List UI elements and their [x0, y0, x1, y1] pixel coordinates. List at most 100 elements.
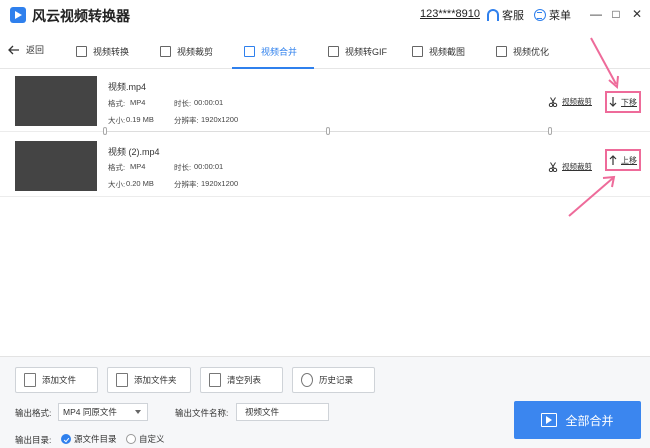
customer-service-label: 客服: [502, 10, 524, 22]
file-name: 视频 (2).mp4: [108, 147, 160, 157]
arrow-up-icon: [609, 155, 617, 165]
app-title: 风云视频转换器: [32, 8, 130, 24]
video-cut-link[interactable]: 视频裁剪: [548, 96, 592, 107]
gif-icon: [328, 45, 339, 57]
reorder-handle-center[interactable]: [326, 127, 330, 135]
title-bar: 风云视频转换器 123****8910 客服 菜单 — □ ✕: [0, 0, 650, 30]
output-format-label: 输出格式:: [15, 408, 52, 418]
file-list: 视频.mp4 格式: MP4 时长: 00:00:01 大小: 0.19 MB …: [0, 70, 650, 356]
play-icon: [541, 413, 558, 427]
move-up-label: 上移: [621, 155, 637, 165]
radio-source-dir-label: 源文件目录: [74, 434, 117, 444]
size-value: 0.20 MB: [126, 179, 154, 188]
move-up-button[interactable]: 上移: [605, 149, 641, 171]
video-thumbnail: [15, 76, 97, 126]
duration-value: 00:00:01: [194, 98, 224, 107]
account-link[interactable]: 123****8910: [420, 8, 480, 20]
output-dir-label: 输出目录:: [15, 435, 52, 445]
video-cut-label: 视频裁剪: [562, 97, 592, 106]
output-format-select[interactable]: MP4 同原文件: [58, 403, 148, 421]
annotation-arrow-down: [590, 37, 619, 90]
reorder-handle-right[interactable]: [548, 127, 552, 135]
clock-icon: [301, 373, 313, 387]
customer-service-button[interactable]: 客服: [487, 7, 524, 23]
size-label: 大小:: [108, 180, 126, 189]
format-label: 格式:: [108, 99, 126, 108]
annotation-arrow-up: [568, 175, 616, 217]
output-name-label: 输出文件名称:: [175, 408, 229, 418]
scissors-icon: [548, 161, 558, 172]
add-file-icon: [24, 373, 36, 387]
tab-label: 视频转换: [93, 46, 130, 57]
resolution-value: 1920x1200: [201, 179, 239, 188]
video-cut-label: 视频裁剪: [562, 162, 592, 171]
file-name: 视频.mp4: [108, 82, 147, 92]
video-merge-icon: [244, 45, 255, 57]
clear-list-button[interactable]: 清空列表: [200, 367, 283, 393]
back-arrow-icon: [8, 45, 19, 54]
back-button[interactable]: 返回: [8, 43, 44, 56]
merge-all-button[interactable]: 全部合并: [514, 401, 641, 439]
tab-video-optimize[interactable]: 视频优化: [496, 42, 549, 60]
move-down-label: 下移: [621, 97, 637, 107]
clear-list-label: 清空列表: [227, 375, 262, 385]
trash-icon: [209, 373, 221, 387]
duration-label: 时长:: [174, 99, 192, 108]
video-crop-icon: [160, 45, 171, 57]
back-label: 返回: [26, 45, 45, 55]
maximize-button[interactable]: □: [607, 5, 625, 23]
bottom-panel: 添加文件 添加文件夹 清空列表 历史记录 输出格式: MP4 同原文件 输出文件…: [0, 356, 650, 448]
minimize-button[interactable]: —: [587, 5, 605, 23]
move-down-button[interactable]: 下移: [605, 91, 641, 113]
reorder-handle-left[interactable]: [103, 127, 107, 135]
tab-label: 视频合并: [261, 46, 298, 57]
tab-video-merge[interactable]: 视频合并: [244, 42, 297, 60]
duration-value: 00:00:01: [194, 162, 224, 171]
file-row[interactable]: 视频.mp4 格式: MP4 时长: 00:00:01 大小: 0.19 MB …: [0, 70, 650, 132]
menu-label: 菜单: [549, 10, 571, 22]
size-value: 0.19 MB: [126, 115, 154, 124]
tab-label: 视频优化: [513, 46, 550, 57]
tab-video-crop[interactable]: 视频裁剪: [160, 42, 213, 60]
file-row[interactable]: 视频 (2).mp4 格式: MP4 时长: 00:00:01 大小: 0.20…: [0, 135, 650, 197]
headset-icon: [487, 9, 499, 21]
format-value: MP4: [130, 162, 146, 171]
merge-all-label: 全部合并: [565, 413, 614, 428]
add-folder-icon: [116, 373, 128, 387]
tab-video-to-gif[interactable]: 视频转GIF: [328, 42, 387, 60]
active-tab-indicator: [232, 67, 314, 69]
app-logo-icon: [10, 7, 26, 23]
tab-video-convert[interactable]: 视频转换: [76, 42, 129, 60]
size-label: 大小:: [108, 116, 126, 125]
close-button[interactable]: ✕: [628, 5, 646, 23]
menu-button[interactable]: 菜单: [534, 7, 571, 23]
duration-label: 时长:: [174, 163, 192, 172]
video-thumbnail: [15, 141, 97, 191]
radio-custom-dir[interactable]: 自定义: [126, 433, 165, 445]
resolution-value: 1920x1200: [201, 115, 239, 124]
radio-checked-icon: [61, 434, 71, 444]
tab-label: 视频截图: [429, 46, 466, 57]
video-convert-icon: [76, 45, 87, 57]
radio-unchecked-icon: [126, 434, 136, 444]
arrow-down-icon: [609, 97, 617, 107]
function-tab-bar: 返回 视频转换 视频裁剪 视频合并 视频转GIF 视频截图 视频优化: [0, 33, 650, 69]
scissors-icon: [548, 96, 558, 107]
menu-icon: [534, 9, 546, 21]
history-label: 历史记录: [319, 375, 354, 385]
radio-source-dir[interactable]: 源文件目录: [61, 433, 117, 445]
tab-label: 视频转GIF: [345, 46, 387, 57]
video-cut-link[interactable]: 视频裁剪: [548, 161, 592, 172]
radio-custom-dir-label: 自定义: [139, 434, 165, 444]
add-file-button[interactable]: 添加文件: [15, 367, 98, 393]
history-button[interactable]: 历史记录: [292, 367, 375, 393]
tab-video-screenshot[interactable]: 视频截图: [412, 42, 465, 60]
format-value: MP4: [130, 98, 146, 107]
add-folder-button[interactable]: 添加文件夹: [107, 367, 191, 393]
tab-label: 视频裁剪: [177, 46, 214, 57]
resolution-label: 分辨率:: [174, 116, 199, 125]
resolution-label: 分辨率:: [174, 180, 199, 189]
format-label: 格式:: [108, 163, 126, 172]
output-name-input[interactable]: 视频文件: [236, 403, 329, 421]
screenshot-icon: [412, 45, 423, 57]
